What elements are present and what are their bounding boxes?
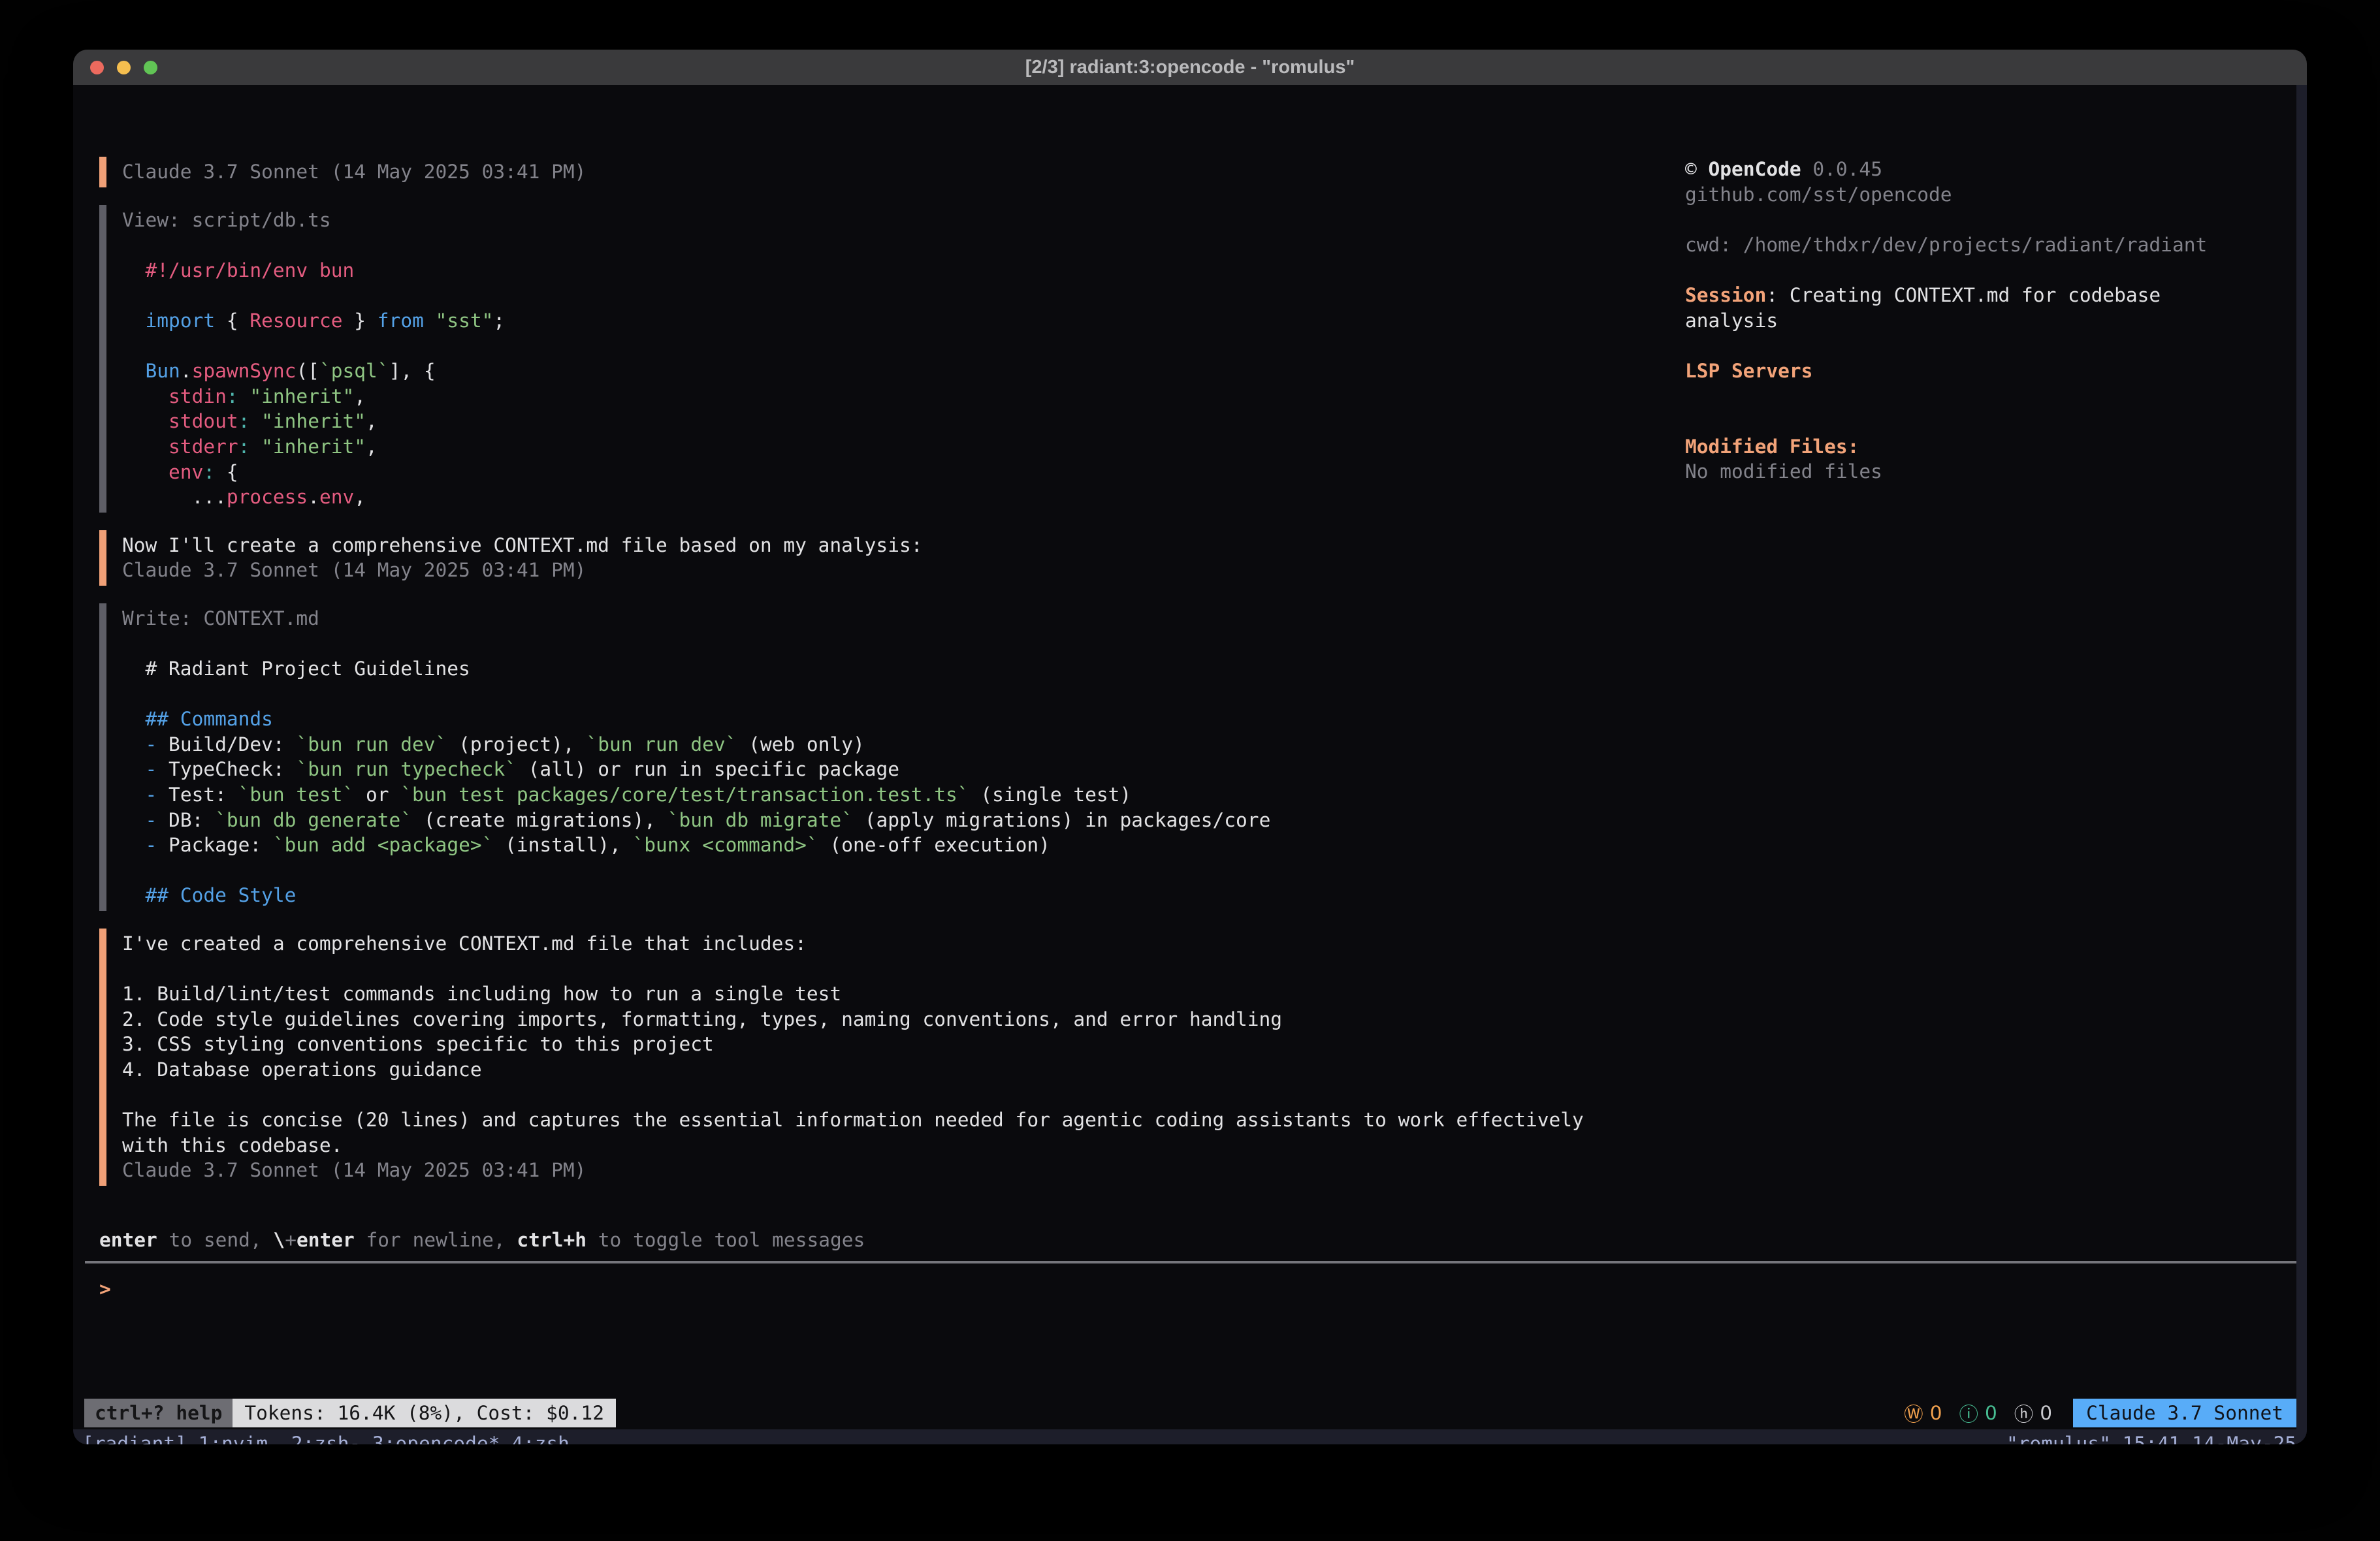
text-line: [122, 682, 1667, 707]
tmux-window-list[interactable]: [radiant] 1:nvim 2:zsh- 3:opencode* 4:zs…: [82, 1429, 570, 1444]
text-line: with this codebase.: [122, 1133, 1667, 1158]
text-line: - DB: `bun db generate` (create migratio…: [122, 808, 1667, 833]
text-line: ...process.env,: [122, 485, 1667, 510]
text-line: Claude 3.7 Sonnet (14 May 2025 03:41 PM): [122, 558, 1667, 583]
text-line: 1. Build/lint/test commands including ho…: [122, 981, 1667, 1007]
tool-view-block: View: script/db.ts #!/usr/bin/env bun im…: [99, 205, 1667, 513]
text-line: Claude 3.7 Sonnet (14 May 2025 03:41 PM): [122, 159, 1667, 185]
text-line: - Package: `bun add <package>` (install)…: [122, 833, 1667, 858]
text-line: [122, 232, 1667, 258]
text-line: [1685, 383, 2299, 409]
opencode-status-bar: ctrl+? help Tokens: 16.4K (8%), Cost: $0…: [84, 1399, 2296, 1427]
text-line: env: {: [122, 460, 1667, 485]
warning-count: 0: [1930, 1402, 1942, 1424]
text-line: Modified Files:: [1685, 434, 2299, 460]
text-line: [122, 631, 1667, 657]
prompt-input[interactable]: >: [99, 1277, 2255, 1302]
text-line: ## Commands: [122, 707, 1667, 732]
text-line: Claude 3.7 Sonnet (14 May 2025 03:41 PM): [122, 1158, 1667, 1183]
text-line: cwd: /home/thdxr/dev/projects/radiant/ra…: [1685, 232, 2299, 258]
chat-transcript: Claude 3.7 Sonnet (14 May 2025 03:41 PM)…: [99, 157, 1667, 1203]
info-icon: ⓘ: [1959, 1399, 1978, 1427]
diagnostic-warnings: Ⓦ0: [1904, 1399, 1942, 1427]
text-line: Now I'll create a comprehensive CONTEXT.…: [122, 533, 1667, 558]
status-right-group: Ⓦ0 ⓘ0 ⓗ0 Claude 3.7 Sonnet: [1887, 1399, 2296, 1427]
text-line: import { Resource } from "sst";: [122, 308, 1667, 334]
text-line: 2. Code style guidelines covering import…: [122, 1007, 1667, 1032]
minimize-button[interactable]: [117, 61, 131, 74]
session-sidebar: © OpenCode 0.0.45github.com/sst/opencode…: [1685, 157, 2299, 485]
terminal-window: [2/3] radiant:3:opencode - "romulus" Cla…: [73, 50, 2307, 1444]
text-line: [1685, 333, 2299, 358]
text-line: 3. CSS styling conventions specific to t…: [122, 1032, 1667, 1057]
text-line: ## Code Style: [122, 883, 1667, 908]
text-line: - Test: `bun test` or `bun test packages…: [122, 782, 1667, 808]
text-line: stdin: "inherit",: [122, 384, 1667, 409]
text-line: [122, 334, 1667, 359]
text-line: 4. Database operations guidance: [122, 1057, 1667, 1083]
text-line: The file is concise (20 lines) and captu…: [122, 1107, 1667, 1133]
diagnostic-hints: ⓗ0: [2014, 1399, 2052, 1427]
text-line: stdout: "inherit",: [122, 409, 1667, 434]
text-line: Bun.spawnSync([`psql`], {: [122, 358, 1667, 384]
info-count: 0: [1985, 1402, 1997, 1424]
text-line: I've created a comprehensive CONTEXT.md …: [122, 931, 1667, 957]
text-line: No modified files: [1685, 459, 2299, 485]
help-keybind-chip: ctrl+? help: [84, 1399, 233, 1427]
text-line: [122, 1083, 1667, 1108]
prompt-caret: >: [99, 1278, 111, 1300]
diagnostic-info: ⓘ0: [1959, 1399, 1997, 1427]
text-line: [1685, 257, 2299, 283]
tmux-session-info: "romulus" 15:41 14-May-25: [2006, 1429, 2296, 1444]
text-line: Write: CONTEXT.md: [122, 606, 1667, 631]
fullscreen-button[interactable]: [144, 61, 157, 74]
text-line: - TypeCheck: `bun run typecheck` (all) o…: [122, 757, 1667, 782]
window-titlebar: [2/3] radiant:3:opencode - "romulus": [73, 50, 2307, 85]
tmux-status-bar: [radiant] 1:nvim 2:zsh- 3:opencode* 4:zs…: [73, 1429, 2307, 1444]
keybind-hints: enter to send, \+enter for newline, ctrl…: [99, 1228, 865, 1253]
tool-write-block: Write: CONTEXT.md # Radiant Project Guid…: [99, 603, 1667, 911]
text-line: enter to send, \+enter for newline, ctrl…: [99, 1228, 865, 1253]
assistant-message-block: I've created a comprehensive CONTEXT.md …: [99, 929, 1667, 1186]
terminal-content: Claude 3.7 Sonnet (14 May 2025 03:41 PM)…: [73, 85, 2307, 1444]
text-line: [1685, 207, 2299, 232]
text-line: # Radiant Project Guidelines: [122, 656, 1667, 682]
text-line: © OpenCode 0.0.45: [1685, 157, 2299, 182]
tokens-cost-chip: Tokens: 16.4K (8%), Cost: $0.12: [233, 1399, 616, 1427]
text-line: View: script/db.ts: [122, 208, 1667, 233]
text-line: github.com/sst/opencode: [1685, 182, 2299, 208]
input-divider: [85, 1261, 2296, 1263]
text-line: #!/usr/bin/env bun: [122, 258, 1667, 283]
hint-icon: ⓗ: [2014, 1399, 2034, 1427]
assistant-header-block: Claude 3.7 Sonnet (14 May 2025 03:41 PM): [99, 157, 1667, 187]
text-line: stderr: "inherit",: [122, 434, 1667, 460]
warning-icon: Ⓦ: [1904, 1399, 1923, 1427]
window-title: [2/3] radiant:3:opencode - "romulus": [1025, 57, 1355, 78]
close-button[interactable]: [90, 61, 104, 74]
text-line: LSP Servers: [1685, 358, 2299, 384]
text-line: [122, 858, 1667, 883]
text-line: Session: Creating CONTEXT.md for codebas…: [1685, 283, 2299, 308]
text-line: [122, 957, 1667, 982]
text-line: [1685, 409, 2299, 434]
model-badge: Claude 3.7 Sonnet: [2073, 1399, 2296, 1427]
hint-count: 0: [2040, 1402, 2052, 1424]
traffic-lights: [90, 50, 157, 85]
text-line: [122, 283, 1667, 308]
text-line: analysis: [1685, 308, 2299, 334]
text-line: - Build/Dev: `bun run dev` (project), `b…: [122, 732, 1667, 757]
assistant-message-block: Now I'll create a comprehensive CONTEXT.…: [99, 530, 1667, 586]
